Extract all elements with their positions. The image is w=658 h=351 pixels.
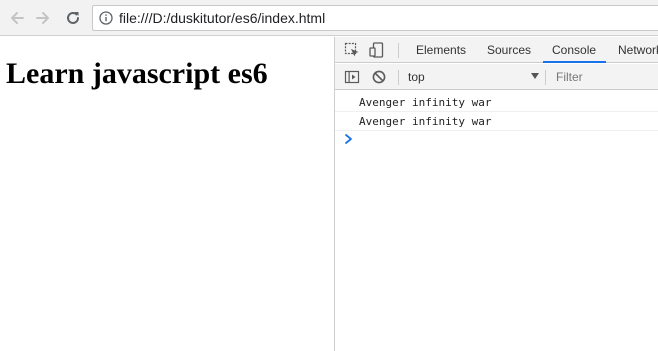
browser-toolbar: file:///D:/duskitutor/es6/index.html: [0, 0, 658, 36]
clear-console-icon: [372, 70, 386, 84]
console-filter-input[interactable]: [551, 67, 658, 87]
arrow-left-icon: [11, 12, 24, 24]
toolbar-divider: [398, 70, 399, 85]
console-prompt-icon[interactable]: [344, 133, 354, 145]
console-message: Avenger infinity war: [335, 112, 658, 131]
inspect-element-icon: [344, 42, 359, 57]
reload-icon: [67, 11, 79, 24]
console-sidebar-icon: [344, 70, 360, 84]
tab-sources[interactable]: Sources: [487, 37, 531, 63]
context-selector[interactable]: top: [403, 67, 539, 87]
reload-button[interactable]: [62, 7, 84, 29]
active-tab-indicator: [543, 61, 606, 63]
back-button[interactable]: [6, 7, 28, 29]
url-text[interactable]: file:///D:/duskitutor/es6/index.html: [119, 10, 325, 26]
inspect-element-button[interactable]: [343, 41, 361, 59]
devtools-tabbar: Elements Sources Console Network: [335, 37, 658, 63]
tab-console[interactable]: Console: [552, 37, 596, 63]
page-heading: Learn javascript es6: [6, 57, 268, 90]
forward-button[interactable]: [32, 7, 54, 29]
page-viewport: Learn javascript es6: [0, 37, 334, 351]
console-toolbar: top: [335, 64, 658, 90]
device-toolbar-icon: [369, 42, 384, 58]
console-sidebar-button[interactable]: [343, 68, 361, 86]
arrow-right-icon: [36, 12, 49, 24]
console-messages: Avenger infinity war Avenger infinity wa…: [335, 91, 658, 351]
toolbar-divider: [545, 70, 546, 85]
toolbar-divider: [398, 43, 399, 58]
chevron-down-icon: [531, 73, 539, 79]
devtools-panel: Elements Sources Console Network top Fil…: [334, 37, 658, 351]
console-message: Avenger infinity war: [335, 93, 658, 112]
device-toolbar-button[interactable]: [368, 41, 386, 59]
clear-console-button[interactable]: [370, 68, 388, 86]
tab-network[interactable]: Network: [618, 37, 658, 63]
info-icon[interactable]: [99, 11, 113, 25]
context-value: top: [408, 70, 425, 84]
tab-elements[interactable]: Elements: [416, 37, 466, 63]
address-bar[interactable]: file:///D:/duskitutor/es6/index.html: [92, 5, 658, 31]
